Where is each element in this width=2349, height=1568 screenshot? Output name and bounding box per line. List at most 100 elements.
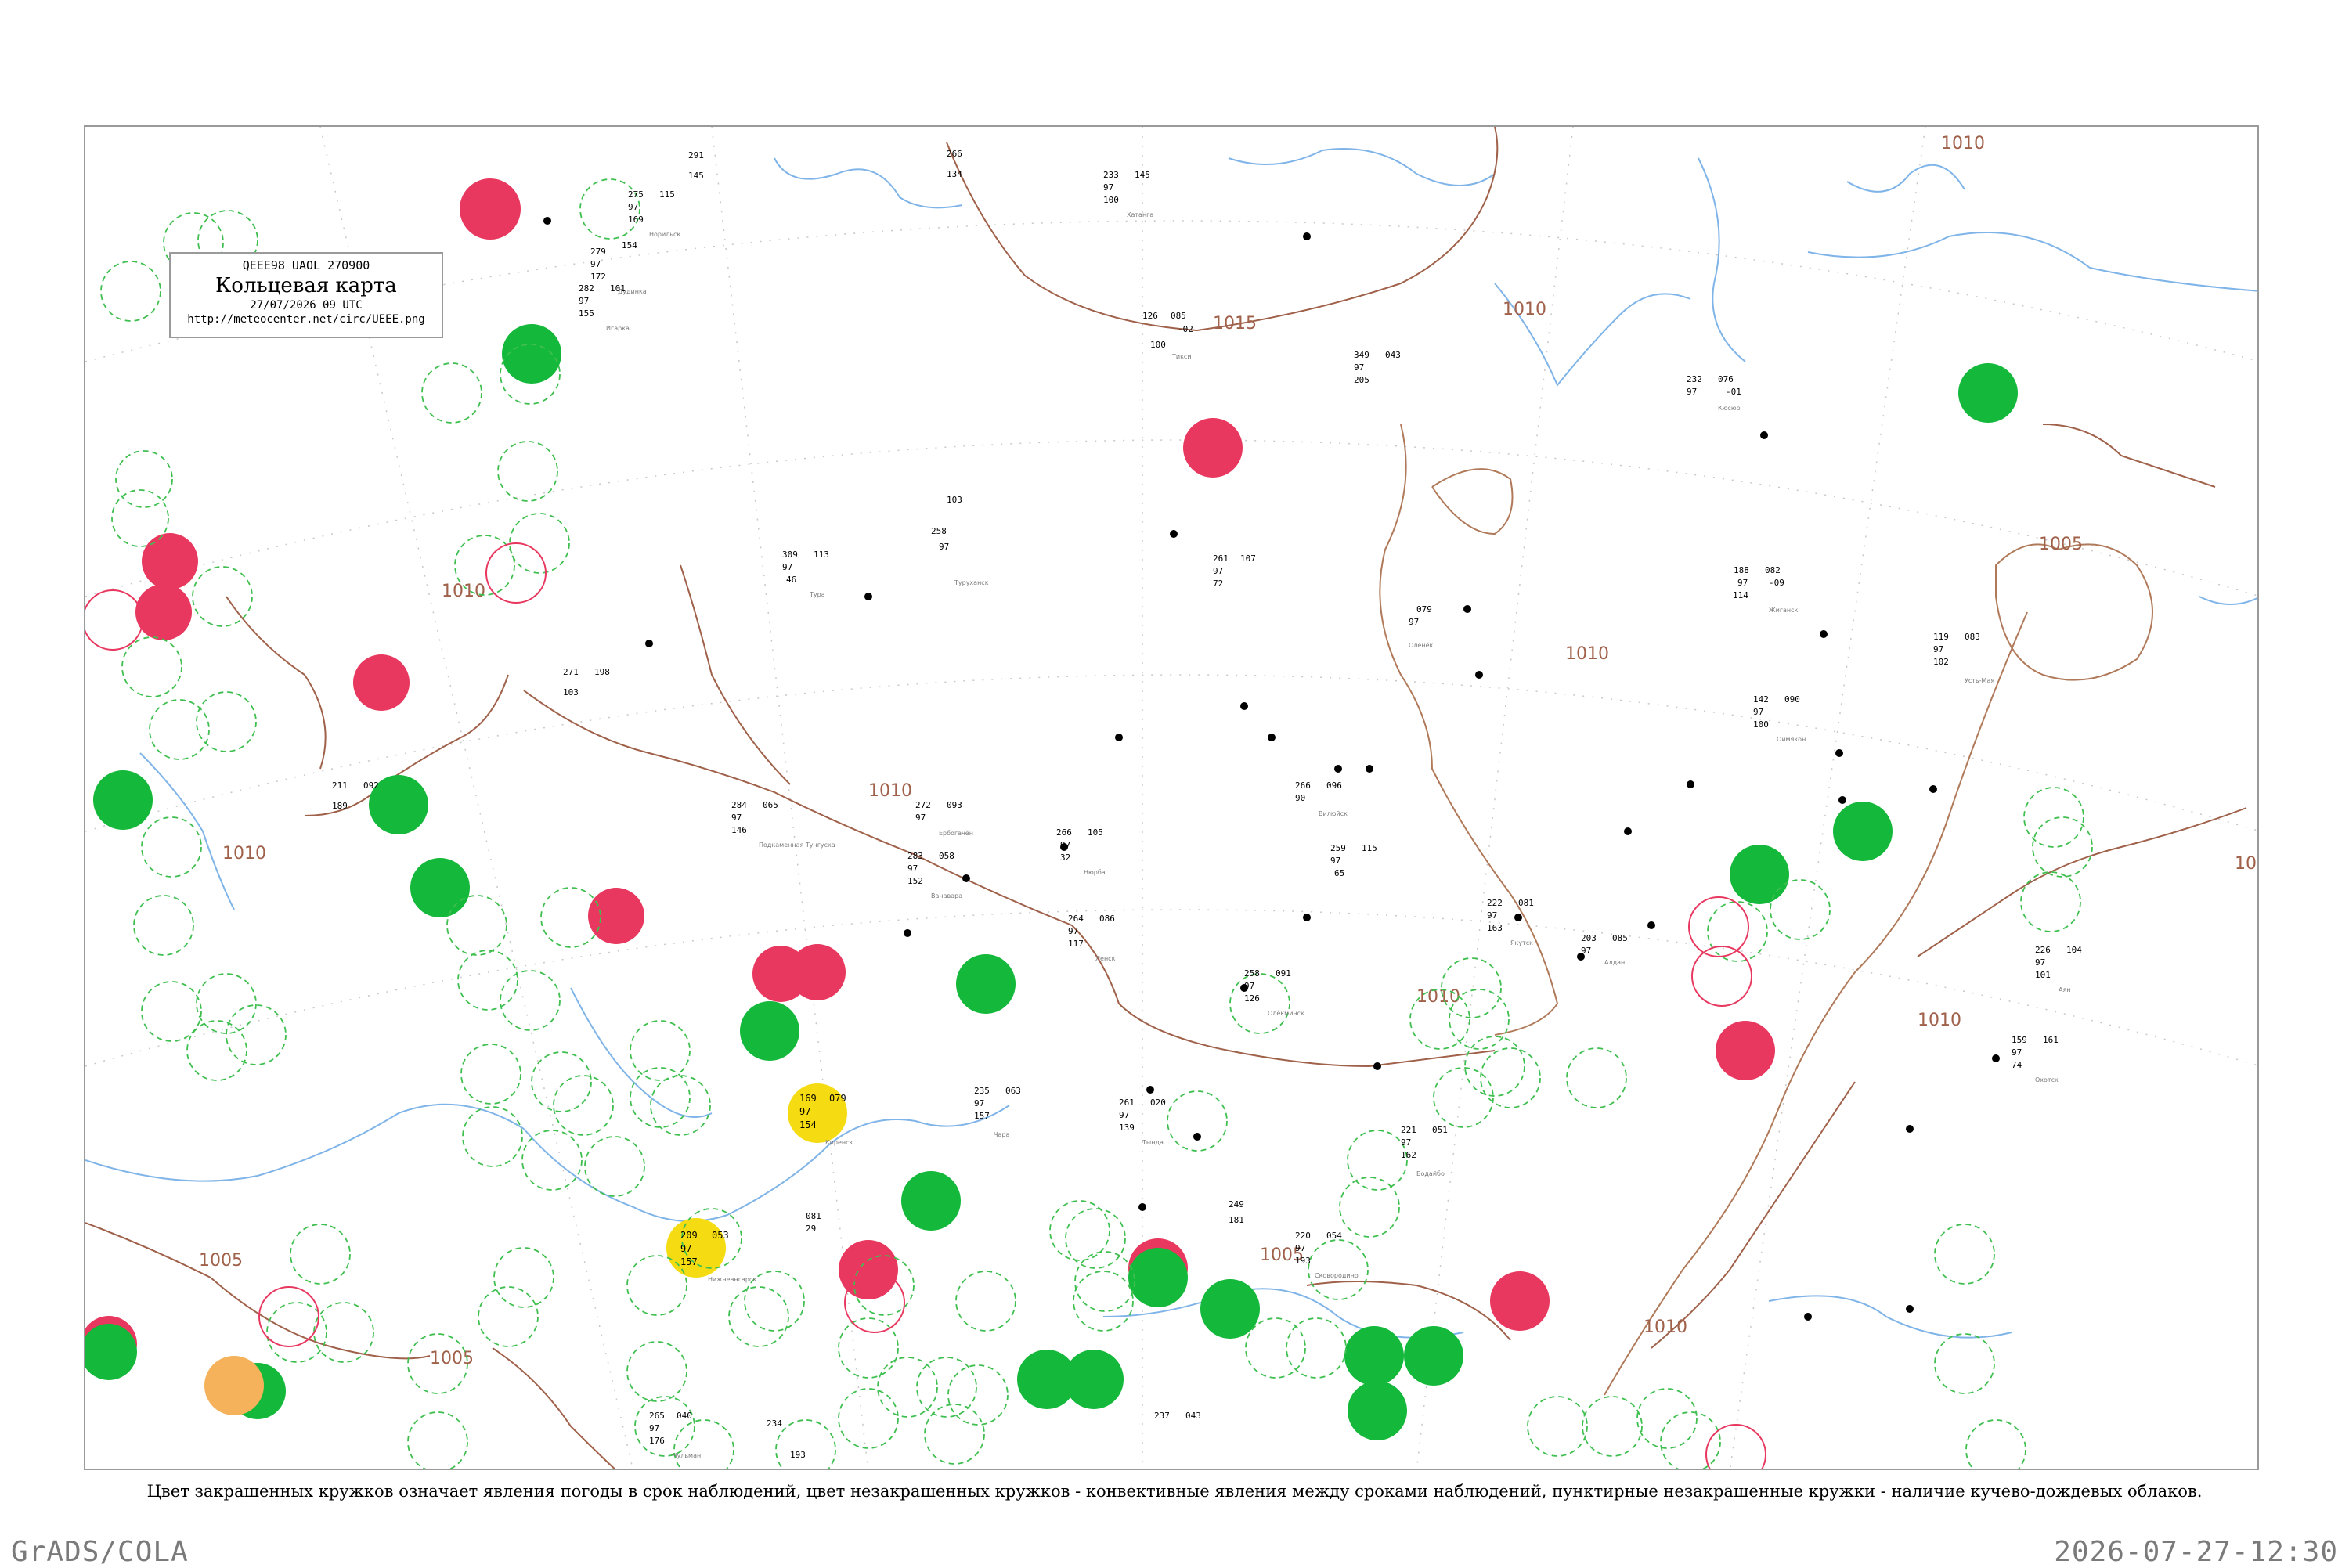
svg-text:237: 237 <box>1154 1411 1170 1421</box>
thunderstorm-circle <box>1183 418 1243 478</box>
svg-text:090: 090 <box>1784 694 1800 705</box>
svg-text:113: 113 <box>814 550 829 560</box>
svg-text:115: 115 <box>1362 843 1377 853</box>
rain-circle <box>1404 1326 1463 1386</box>
rain-circle <box>1064 1350 1124 1409</box>
svg-text:086: 086 <box>1099 914 1115 924</box>
svg-text:081: 081 <box>806 1211 821 1221</box>
render-timestamp: 2026-07-27-12:30 <box>2054 1536 2338 1568</box>
svg-text:043: 043 <box>1185 1411 1201 1421</box>
thunderstorm-circle <box>789 944 846 1000</box>
isobar-label: 1010 <box>1503 300 1546 319</box>
svg-text:233: 233 <box>1103 170 1119 180</box>
rain-circle <box>901 1171 961 1231</box>
svg-text:Сковородино: Сковородино <box>1315 1272 1359 1279</box>
svg-text:157: 157 <box>680 1256 698 1267</box>
svg-text:083: 083 <box>1965 632 1980 642</box>
svg-text:97: 97 <box>649 1423 659 1433</box>
svg-text:221: 221 <box>1401 1125 1416 1135</box>
svg-text:97: 97 <box>1295 1243 1305 1253</box>
svg-text:Оймякон: Оймякон <box>1777 736 1806 743</box>
svg-text:Тында: Тында <box>1142 1139 1164 1146</box>
svg-text:266: 266 <box>1056 827 1072 838</box>
svg-text:259: 259 <box>1330 843 1346 853</box>
svg-text:053: 053 <box>712 1230 729 1241</box>
thunderstorm-circle <box>588 888 644 944</box>
svg-text:Нюрба: Нюрба <box>1084 869 1106 876</box>
weather-circles <box>85 178 2018 1440</box>
svg-text:266: 266 <box>1295 780 1311 791</box>
synoptic-map: 1010 1015 1010 1010 1005 1010 1010 1010 … <box>84 125 2259 1470</box>
svg-text:082: 082 <box>1765 565 1781 575</box>
svg-text:261: 261 <box>1119 1098 1135 1108</box>
svg-text:97: 97 <box>1487 910 1497 921</box>
svg-text:97: 97 <box>628 202 638 212</box>
bulletin-code: QEEE98 UAOL 270900 <box>242 258 370 272</box>
svg-text:096: 096 <box>1326 780 1342 791</box>
rain-circle <box>1958 363 2018 423</box>
svg-text:176: 176 <box>649 1436 665 1446</box>
svg-text:103: 103 <box>947 495 962 505</box>
svg-text:146: 146 <box>731 825 747 835</box>
map-url[interactable]: http://meteocenter.net/circ/UEEE.png <box>171 313 442 326</box>
svg-text:46: 46 <box>786 575 796 585</box>
svg-text:283: 283 <box>907 851 923 861</box>
svg-text:100: 100 <box>1103 195 1119 205</box>
svg-text:155: 155 <box>579 308 594 319</box>
svg-text:97: 97 <box>1119 1110 1129 1120</box>
svg-text:258: 258 <box>1244 968 1260 979</box>
svg-text:169: 169 <box>628 214 644 225</box>
svg-text:249: 249 <box>1229 1199 1244 1209</box>
isobar-label: 1010 <box>222 844 266 863</box>
svg-text:065: 065 <box>763 800 778 810</box>
isobar-label: 1010 <box>1416 987 1460 1007</box>
thunderstorm-circle <box>135 584 192 640</box>
svg-text:97: 97 <box>915 813 926 823</box>
svg-text:Норильск: Норильск <box>649 231 680 238</box>
thunderstorm-circle <box>142 533 198 589</box>
station-dots <box>543 217 2000 1321</box>
svg-text:101: 101 <box>610 283 626 294</box>
svg-text:Олёкминск: Олёкминск <box>1268 1010 1304 1017</box>
svg-text:157: 157 <box>974 1111 990 1121</box>
svg-text:152: 152 <box>907 876 923 886</box>
svg-text:Усть-Мая: Усть-Мая <box>1965 677 1994 684</box>
svg-text:093: 093 <box>947 800 962 810</box>
svg-text:193: 193 <box>790 1450 806 1460</box>
rain-circle <box>1128 1248 1188 1307</box>
svg-text:Чара: Чара <box>994 1131 1009 1138</box>
legend-caption: Цвет закрашенных кружков означает явлени… <box>146 1482 2203 1501</box>
svg-text:Кюсюр: Кюсюр <box>1718 405 1741 412</box>
svg-text:-01: -01 <box>1726 387 1741 397</box>
svg-text:97: 97 <box>1060 840 1070 850</box>
svg-text:169: 169 <box>799 1093 817 1104</box>
svg-text:275: 275 <box>628 189 644 200</box>
svg-text:291: 291 <box>688 150 704 160</box>
svg-text:Подкаменная Тунгуска: Подкаменная Тунгуска <box>759 842 835 849</box>
svg-text:Аян: Аян <box>2059 986 2071 993</box>
svg-text:162: 162 <box>1401 1150 1416 1160</box>
svg-text:282: 282 <box>579 283 594 294</box>
rain-circle <box>1200 1279 1260 1339</box>
svg-text:020: 020 <box>1150 1098 1166 1108</box>
svg-text:226: 226 <box>2035 945 2051 955</box>
map-datetime: 27/07/2026 09 UTC <box>250 299 363 312</box>
svg-text:145: 145 <box>1135 170 1150 180</box>
rain-circle <box>1344 1326 1404 1386</box>
svg-text:126: 126 <box>1244 993 1260 1004</box>
svg-text:211: 211 <box>332 780 348 791</box>
svg-text:97: 97 <box>1753 707 1763 717</box>
svg-text:076: 076 <box>1718 374 1734 384</box>
svg-text:97: 97 <box>974 1098 984 1108</box>
svg-text:97: 97 <box>1354 362 1364 373</box>
isobar-label: 1010 <box>1941 134 1985 153</box>
svg-text:203: 203 <box>1581 933 1597 943</box>
svg-text:159: 159 <box>2012 1035 2027 1045</box>
svg-text:100: 100 <box>1150 340 1166 350</box>
svg-text:97: 97 <box>1409 617 1419 627</box>
svg-text:Тикси: Тикси <box>1171 353 1192 360</box>
svg-text:154: 154 <box>622 240 637 251</box>
svg-text:265: 265 <box>649 1411 665 1421</box>
rain-circle <box>93 770 153 830</box>
map-header-box: QEEE98 UAOL 270900 Кольцевая карта 27/07… <box>169 252 443 338</box>
